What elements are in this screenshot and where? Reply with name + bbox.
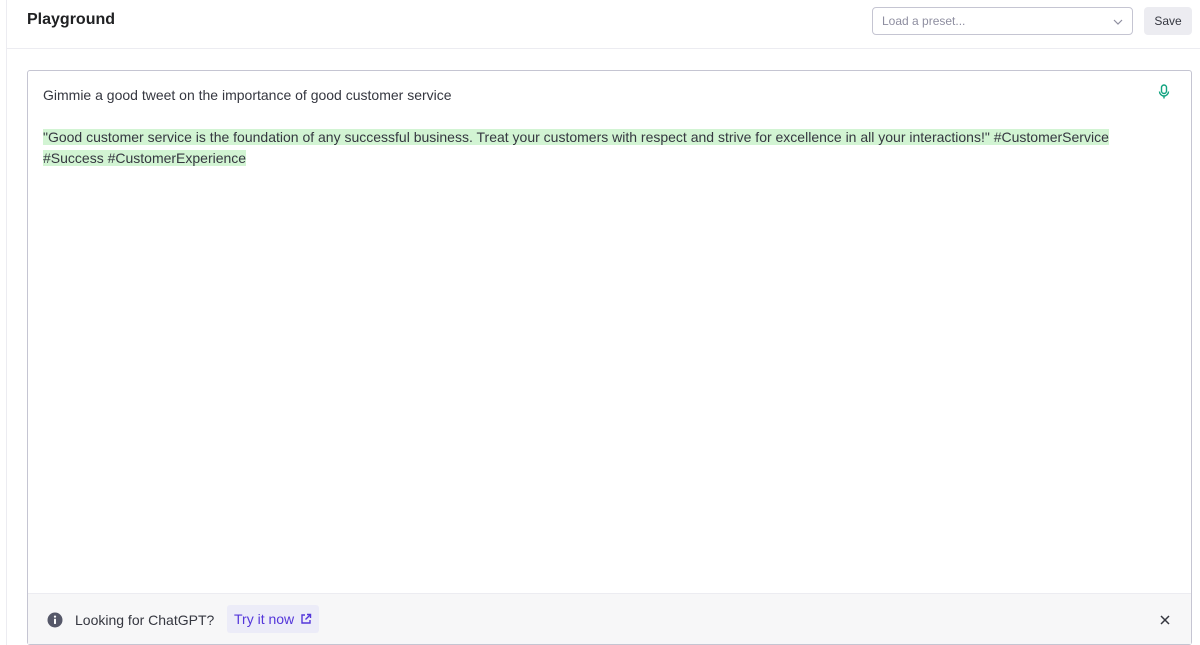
chatgpt-banner: Looking for ChatGPT? Try it now [28, 593, 1191, 644]
save-button[interactable]: Save [1144, 7, 1192, 35]
preset-placeholder: Load a preset... [882, 14, 966, 28]
microphone-icon[interactable] [1157, 84, 1171, 100]
try-it-now-link[interactable]: Try it now [227, 605, 320, 633]
page-title: Playground [27, 11, 116, 28]
prompt-editor[interactable]: Gimmie a good tweet on the importance of… [27, 70, 1192, 645]
preset-dropdown[interactable]: Load a preset... [872, 7, 1133, 35]
banner-text: Looking for ChatGPT? [75, 612, 215, 628]
try-it-now-label: Try it now [234, 611, 295, 627]
completion-highlight: "Good customer service is the foundation… [43, 129, 1109, 166]
chevron-down-icon [1113, 19, 1123, 25]
info-icon [47, 612, 63, 628]
completion-text[interactable]: "Good customer service is the foundation… [43, 127, 1163, 169]
left-border [6, 0, 7, 645]
close-icon[interactable] [1159, 614, 1171, 626]
external-link-icon [301, 613, 312, 624]
top-bar: Playground Load a preset... Save [7, 0, 1200, 49]
prompt-text[interactable]: Gimmie a good tweet on the importance of… [43, 86, 452, 104]
